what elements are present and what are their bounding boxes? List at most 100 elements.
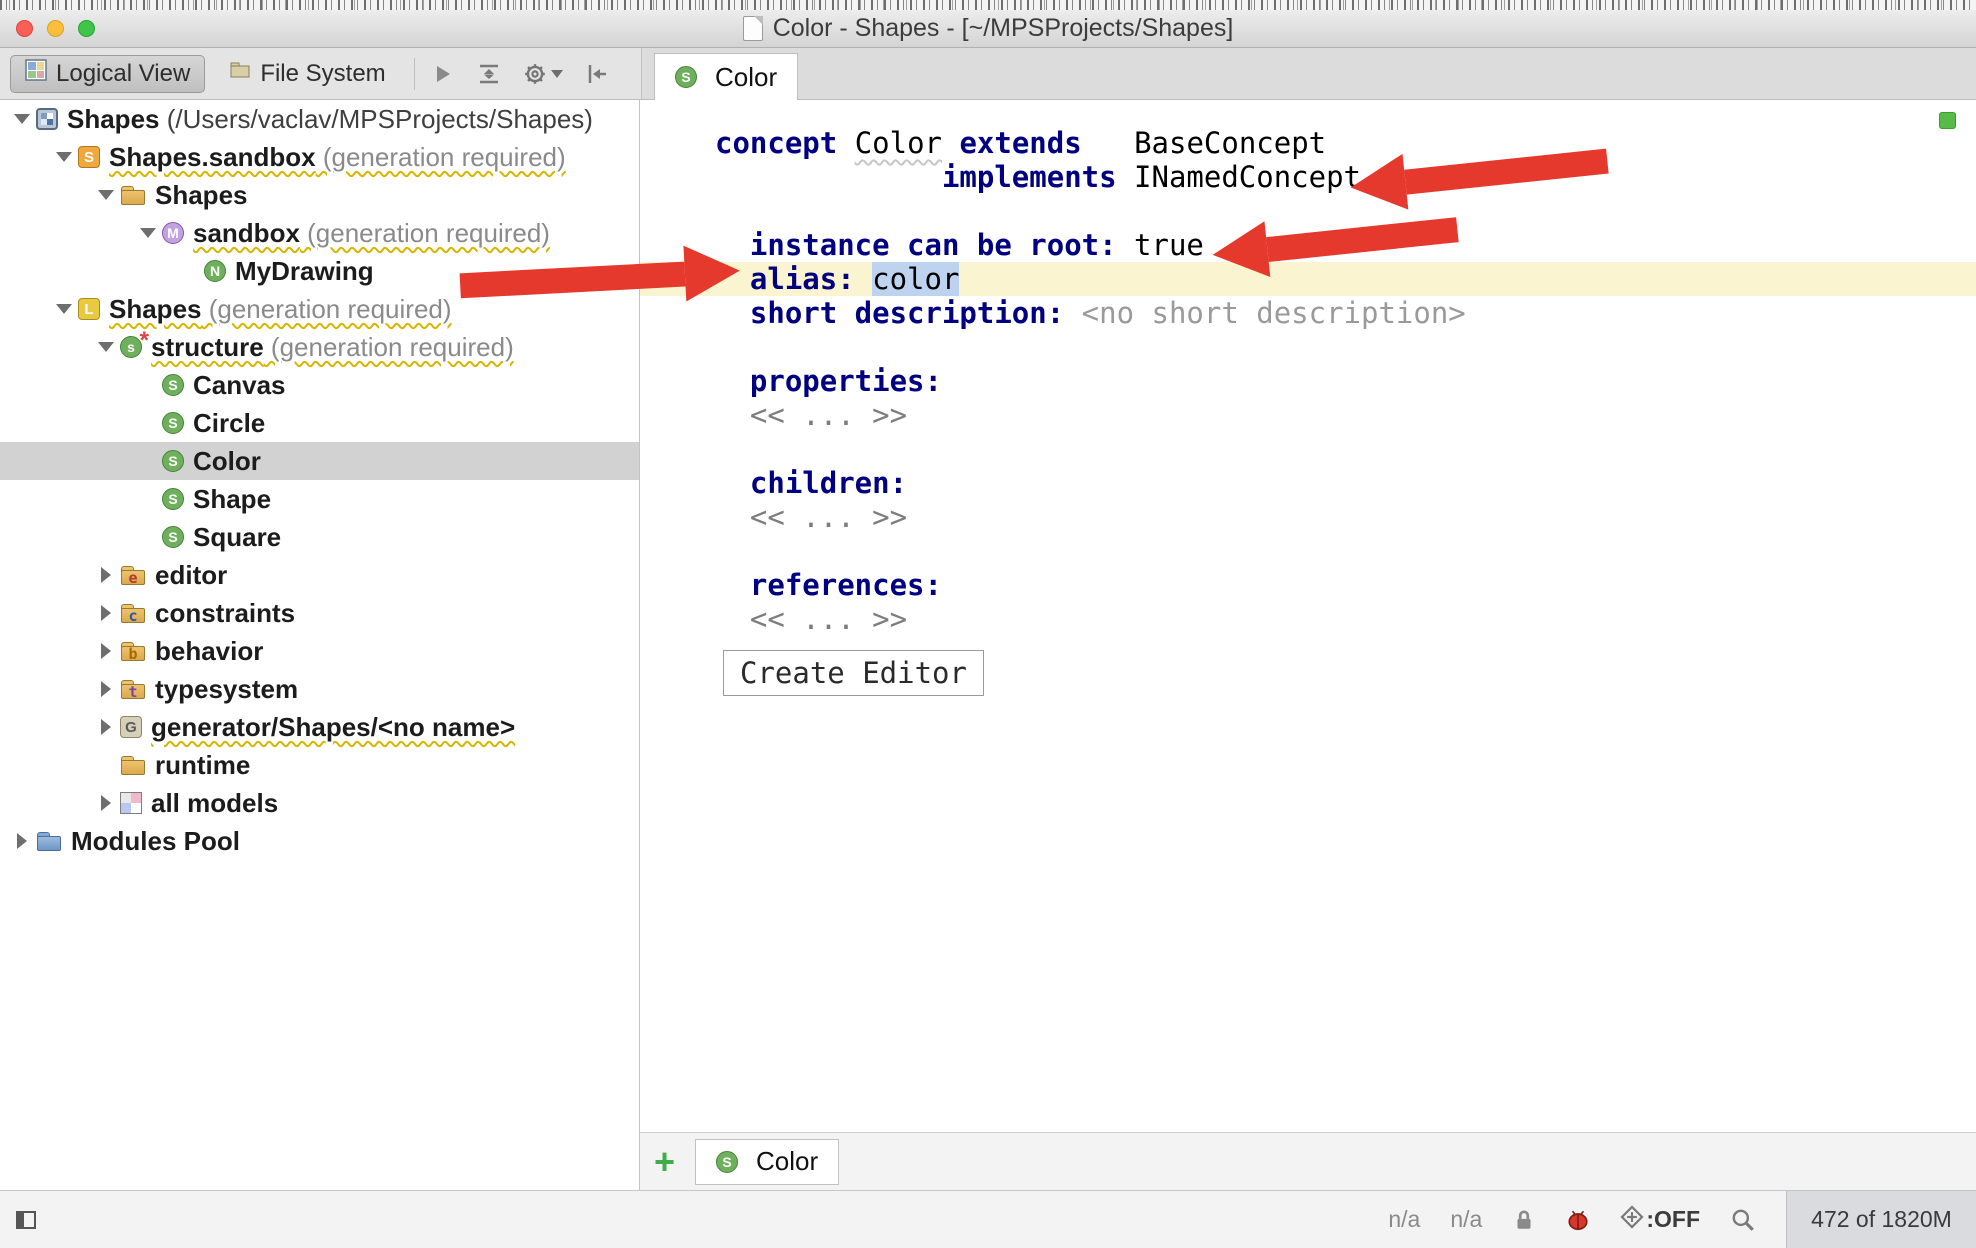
tree-item-suffix: (generation required) bbox=[300, 218, 550, 249]
logical-view-label: Logical View bbox=[56, 60, 190, 88]
code-line-properties[interactable]: properties: bbox=[715, 364, 1976, 398]
file-system-label: File System bbox=[260, 60, 385, 88]
folder-icon bbox=[120, 752, 146, 778]
statusbar-widgets: n/a n/a :OFF 472 of 1820M bbox=[1388, 1191, 1976, 1248]
lock-icon[interactable] bbox=[1512, 1208, 1536, 1232]
code-line-references[interactable]: references: bbox=[715, 568, 1976, 602]
file-system-icon bbox=[229, 59, 251, 88]
concept-icon: S bbox=[675, 66, 697, 88]
tree-item-all-models[interactable]: all models bbox=[0, 784, 639, 822]
position-indicator: n/a bbox=[1388, 1206, 1420, 1233]
toggle-toolwindows-icon[interactable] bbox=[14, 1208, 38, 1232]
expand-arrow-expanded-icon[interactable] bbox=[92, 190, 120, 200]
tree-item-label: Shapes bbox=[67, 104, 160, 135]
document-icon bbox=[743, 16, 763, 41]
memory-indicator[interactable]: 472 of 1820M bbox=[1786, 1191, 1976, 1248]
tree-item-generator-shapes-no-name[interactable]: Ggenerator/Shapes/<no name> bbox=[0, 708, 639, 746]
expand-arrow-collapsed-icon[interactable] bbox=[92, 719, 120, 735]
collapse-panel-icon[interactable] bbox=[585, 62, 609, 86]
tree-item-label: Square bbox=[193, 522, 281, 553]
tree-item-runtime[interactable]: runtime bbox=[0, 746, 639, 784]
folder-t-icon: t bbox=[120, 676, 146, 702]
split-view-icon[interactable] bbox=[477, 62, 501, 86]
title-area: Color - Shapes - [~/MPSProjects/Shapes] bbox=[0, 14, 1976, 43]
tree-item-label: sandbox bbox=[193, 218, 300, 249]
expand-arrow-collapsed-icon[interactable] bbox=[92, 643, 120, 659]
tree-item-label: Shape bbox=[193, 484, 271, 515]
module-s-icon: S bbox=[78, 146, 100, 168]
logical-view-icon bbox=[25, 59, 47, 88]
folder-b-icon: b bbox=[120, 638, 146, 664]
expand-arrow-expanded-icon[interactable] bbox=[50, 304, 78, 314]
close-button[interactable] bbox=[16, 20, 33, 37]
tree-item-canvas[interactable]: SCanvas bbox=[0, 366, 639, 404]
expand-arrow-expanded-icon[interactable] bbox=[50, 152, 78, 162]
project-icon bbox=[36, 108, 58, 130]
tree-item-label: generator/Shapes/<no name> bbox=[151, 712, 515, 743]
code-line-implements[interactable]: implements INamedConcept bbox=[715, 160, 1976, 194]
encoding-indicator: n/a bbox=[1450, 1206, 1482, 1233]
expand-arrow-collapsed-icon[interactable] bbox=[92, 681, 120, 697]
expand-arrow-collapsed-icon[interactable] bbox=[92, 795, 120, 811]
concept-icon: S bbox=[162, 488, 184, 510]
code-line-children[interactable]: children: bbox=[715, 466, 1976, 500]
tree-item-structure[interactable]: sstructure (generation required) bbox=[0, 328, 639, 366]
tree-item-constraints[interactable]: cconstraints bbox=[0, 594, 639, 632]
tree-item-label: all models bbox=[151, 788, 278, 819]
tree-item-label: Shapes bbox=[155, 180, 248, 211]
tree-item-square[interactable]: S Square bbox=[0, 518, 639, 556]
concept-icon: S bbox=[162, 374, 184, 396]
tree-item-suffix: (/Users/vaclav/MPSProjects/Shapes) bbox=[160, 104, 593, 135]
modules-pool-icon bbox=[36, 828, 62, 854]
editor-tab-color[interactable]: S Color bbox=[654, 53, 798, 100]
folder-e-icon: e bbox=[120, 562, 146, 588]
tree-item-circle[interactable]: SCircle bbox=[0, 404, 639, 442]
arrow-head-left bbox=[1210, 221, 1271, 282]
concept-icon: S bbox=[162, 526, 184, 548]
hector-inspector-icon[interactable] bbox=[1566, 1208, 1590, 1232]
add-tab-button[interactable]: + bbox=[654, 1144, 675, 1180]
expand-arrow-collapsed-icon[interactable] bbox=[92, 567, 120, 583]
tree-item-typesystem[interactable]: ttypesystem bbox=[0, 670, 639, 708]
expand-arrow-collapsed-icon[interactable] bbox=[8, 833, 36, 849]
tree-item-label: editor bbox=[155, 560, 227, 591]
play-icon[interactable] bbox=[431, 62, 455, 86]
toolbar-separator bbox=[414, 58, 415, 90]
create-editor-button[interactable]: Create Editor bbox=[723, 650, 984, 696]
minimize-button[interactable] bbox=[47, 20, 64, 37]
tree-item-shapes[interactable]: Shapes bbox=[0, 176, 639, 214]
arrow-head-right bbox=[683, 243, 741, 302]
expand-arrow-expanded-icon[interactable] bbox=[134, 228, 162, 238]
tree-item-label: behavior bbox=[155, 636, 263, 667]
tree-item-behavior[interactable]: b behavior bbox=[0, 632, 639, 670]
file-system-tab[interactable]: File System bbox=[215, 55, 399, 93]
expand-arrow-expanded-icon[interactable] bbox=[92, 342, 120, 352]
logical-view-tab[interactable]: Logical View bbox=[10, 55, 205, 93]
tree-item-color[interactable]: SColor bbox=[0, 442, 639, 480]
model-m-icon: M bbox=[162, 222, 184, 244]
code-line-properties-placeholder[interactable]: << ... >> bbox=[715, 398, 1976, 432]
window-title: Color - Shapes - [~/MPSProjects/Shapes] bbox=[773, 14, 1234, 43]
code-line-children-placeholder[interactable]: << ... >> bbox=[715, 500, 1976, 534]
bottom-tab-color[interactable]: S Color bbox=[695, 1139, 839, 1185]
power-save-widget[interactable]: :OFF bbox=[1620, 1205, 1700, 1235]
tree-item-shapes[interactable]: Shapes (/Users/vaclav/MPSProjects/Shapes… bbox=[0, 100, 639, 138]
tree-item-shapes-sandbox[interactable]: SShapes.sandbox (generation required) bbox=[0, 138, 639, 176]
search-icon[interactable] bbox=[1730, 1207, 1756, 1233]
folder-c-icon: c bbox=[120, 600, 146, 626]
code-line-references-placeholder[interactable]: << ... >> bbox=[715, 602, 1976, 636]
tree-item-editor[interactable]: eeditor bbox=[0, 556, 639, 594]
mps-window: Color - Shapes - [~/MPSProjects/Shapes] … bbox=[0, 0, 1976, 1248]
expand-arrow-expanded-icon[interactable] bbox=[8, 114, 36, 124]
expand-arrow-collapsed-icon[interactable] bbox=[92, 605, 120, 621]
no-errors-indicator bbox=[1939, 112, 1956, 129]
settings-gear-icon[interactable] bbox=[523, 62, 563, 86]
code-line-short-description[interactable]: short description: <no short description… bbox=[715, 296, 1976, 330]
code-line-concept[interactable]: concept Color extends BaseConcept bbox=[715, 126, 1976, 160]
tree-item-label: Shapes.sandbox bbox=[109, 142, 316, 173]
tree-item-shape[interactable]: S Shape bbox=[0, 480, 639, 518]
editor-tabstrip: S Color bbox=[641, 48, 1976, 99]
zoom-button[interactable] bbox=[78, 20, 95, 37]
tree-item-sandbox[interactable]: Msandbox (generation required) bbox=[0, 214, 639, 252]
tree-item-modules-pool[interactable]: Modules Pool bbox=[0, 822, 639, 860]
